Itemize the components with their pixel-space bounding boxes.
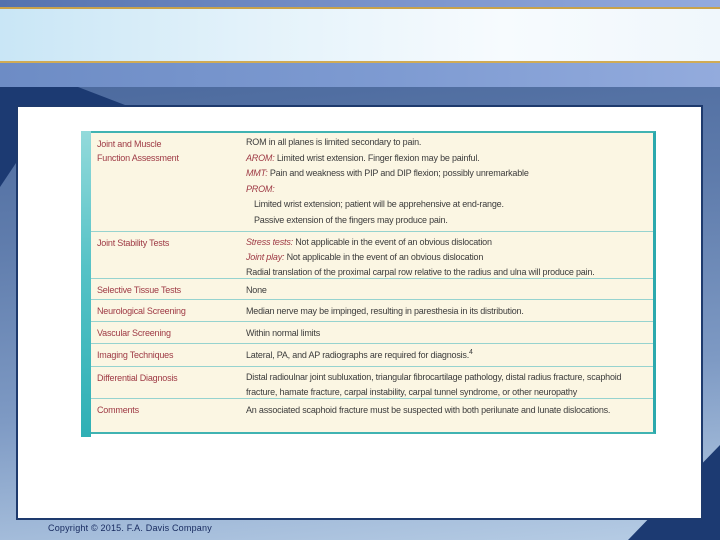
line-text: An associated scaphoid fracture must be … <box>246 405 611 415</box>
slide: { "slide": { "copyright": "Copyright © 2… <box>0 0 720 540</box>
line-text: Median nerve may be impinged, resulting … <box>246 306 524 316</box>
content-cell: Within normal limits <box>246 322 653 343</box>
line-text: Limited wrist extension; patient will be… <box>254 199 504 210</box>
table-row: Imaging Techniques Lateral, PA, and AP r… <box>91 344 653 367</box>
table-accent-bar <box>81 131 91 437</box>
table-text-line: Median nerve may be impinged, resulting … <box>246 304 647 319</box>
line-text: Lateral, PA, and AP radiographs are requ… <box>246 350 470 360</box>
content-cell: None <box>246 279 653 299</box>
table-text-line: An associated scaphoid fracture must be … <box>246 403 647 418</box>
highlight-band <box>0 9 720 61</box>
category-cell: Vascular Screening <box>97 328 171 338</box>
line-text: None <box>246 285 267 295</box>
line-text: Passive extension of the fingers may pro… <box>254 214 448 225</box>
line-text: Within normal limits <box>246 328 321 338</box>
category-cell: Comments <box>97 405 139 415</box>
table-text-line: Radial translation of the proximal carpa… <box>246 265 647 278</box>
line-lead-label: MMT: <box>246 168 270 179</box>
table-text-line: Limited wrist extension; patient will be… <box>246 197 647 213</box>
line-lead-label: PROM: <box>246 183 275 194</box>
table-row: Joint and Muscle Function Assessment ROM… <box>91 133 653 232</box>
table-row: Neurological Screening Median nerve may … <box>91 300 653 322</box>
content-cell: Distal radioulnar joint subluxation, tri… <box>246 367 653 398</box>
header-band <box>0 63 720 87</box>
table-row: Selective Tissue Tests None <box>91 279 653 300</box>
table-text-line: MMT: Pain and weakness with PIP and DIP … <box>246 166 647 182</box>
line-text: Pain and weakness with PIP and DIP flexi… <box>269 168 529 179</box>
category-cell: Imaging Techniques <box>97 350 174 360</box>
table-text-line: Stress tests: Not applicable in the even… <box>246 235 647 250</box>
table-text-line: Passive extension of the fingers may pro… <box>246 213 647 229</box>
line-text: Not applicable in the event of an obviou… <box>286 252 484 262</box>
content-cell: An associated scaphoid fracture must be … <box>246 399 653 425</box>
table-row: Joint Stability Tests Stress tests: Not … <box>91 232 653 279</box>
category-cell: Joint Stability Tests <box>97 238 170 248</box>
table-text-line: Within normal limits <box>246 326 647 341</box>
table-text-line: AROM: Limited wrist extension. Finger fl… <box>246 151 647 167</box>
table-row: Differential Diagnosis Distal radioulnar… <box>91 367 653 399</box>
assessment-table: Joint and Muscle Function Assessment ROM… <box>91 131 656 434</box>
line-lead-label: AROM: <box>246 152 277 163</box>
copyright-text: Copyright © 2015. F.A. Davis Company <box>48 523 212 533</box>
table-text-line: None <box>246 283 647 298</box>
category-cell: Selective Tissue Tests <box>97 285 181 295</box>
assessment-table-rows: Joint and Muscle Function Assessment ROM… <box>91 133 653 425</box>
content-cell: Lateral, PA, and AP radiographs are requ… <box>246 344 653 366</box>
line-text: Limited wrist extension. Finger flexion … <box>276 152 480 163</box>
table-text-line: ROM in all planes is limited secondary t… <box>246 135 647 151</box>
category-cell: Joint and Muscle Function Assessment <box>97 139 179 163</box>
category-cell: Differential Diagnosis <box>97 373 178 383</box>
reference-superscript: 4 <box>469 349 473 356</box>
table-row: Vascular Screening Within normal limits <box>91 322 653 344</box>
line-lead-label: Stress tests: <box>246 237 296 247</box>
content-cell: Median nerve may be impinged, resulting … <box>246 300 653 321</box>
table-text-line: PROM: <box>246 182 647 198</box>
top-accent-bar <box>0 0 720 7</box>
content-cell: ROM in all planes is limited secondary t… <box>246 133 653 231</box>
content-cell: Stress tests: Not applicable in the even… <box>246 232 653 278</box>
line-text: Not applicable in the event of an obviou… <box>295 237 492 247</box>
line-text: Radial translation of the proximal carpa… <box>246 267 595 277</box>
table-text-line: Distal radioulnar joint subluxation, tri… <box>246 370 647 398</box>
table-text-line: Joint play: Not applicable in the event … <box>246 250 647 265</box>
table-text-line: Lateral, PA, and AP radiographs are requ… <box>246 348 647 363</box>
line-text: ROM in all planes is limited secondary t… <box>246 137 422 147</box>
table-row: Comments An associated scaphoid fracture… <box>91 399 653 425</box>
category-cell: Neurological Screening <box>97 306 186 316</box>
line-text: Distal radioulnar joint subluxation, tri… <box>246 372 622 397</box>
line-lead-label: Joint play: <box>246 252 287 262</box>
